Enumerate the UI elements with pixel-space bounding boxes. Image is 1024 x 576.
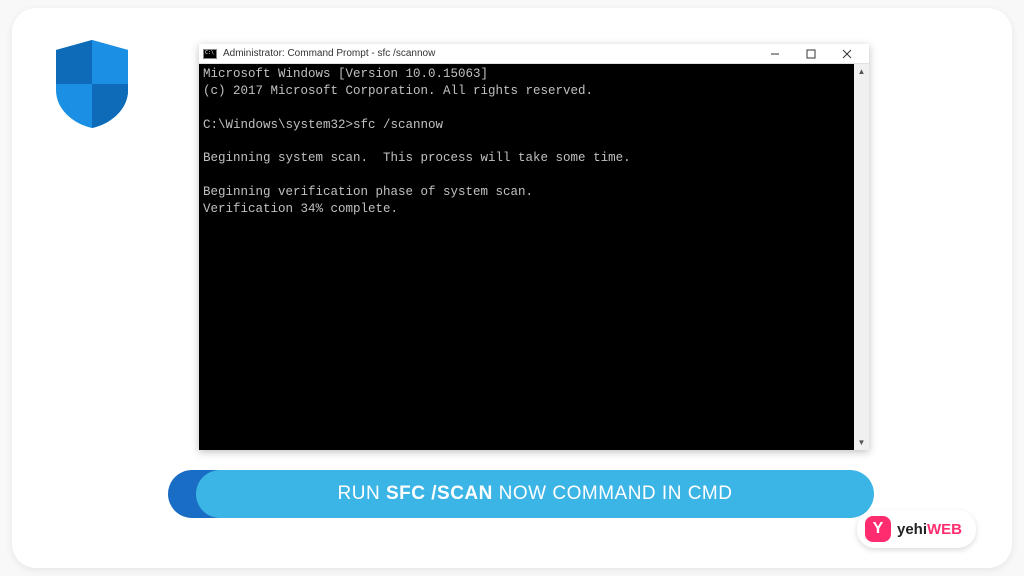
window-title: Administrator: Command Prompt - sfc /sca… (223, 48, 757, 59)
shield-icon (48, 36, 136, 137)
terminal-area: Microsoft Windows [Version 10.0.15063] (… (199, 64, 869, 450)
close-button[interactable] (829, 44, 865, 64)
terminal-output[interactable]: Microsoft Windows [Version 10.0.15063] (… (199, 64, 854, 450)
card-background: Administrator: Command Prompt - sfc /sca… (12, 8, 1012, 568)
banner-text: RUN SFC /SCAN NOW COMMAND IN CMD (338, 483, 733, 505)
terminal-line: Beginning verification phase of system s… (203, 185, 533, 199)
banner-pill: RUN SFC /SCAN NOW COMMAND IN CMD (196, 470, 874, 518)
terminal-line: Verification 34% complete. (203, 202, 398, 216)
brand-logo: Y yehiWEB (857, 510, 976, 548)
caption-banner: RUN SFC /SCAN NOW COMMAND IN CMD (168, 470, 874, 518)
window-controls (757, 44, 865, 64)
scroll-down-icon[interactable]: ▼ (854, 435, 869, 450)
vertical-scrollbar[interactable]: ▲ ▼ (854, 64, 869, 450)
window-titlebar[interactable]: Administrator: Command Prompt - sfc /sca… (199, 44, 869, 64)
minimize-button[interactable] (757, 44, 793, 64)
terminal-prompt: C:\Windows\system32> (203, 118, 353, 132)
logo-text: yehiWEB (897, 521, 962, 538)
command-prompt-window: Administrator: Command Prompt - sfc /sca… (199, 44, 869, 450)
scroll-up-icon[interactable]: ▲ (854, 64, 869, 79)
terminal-line: (c) 2017 Microsoft Corporation. All righ… (203, 84, 593, 98)
logo-badge-icon: Y (865, 516, 891, 542)
terminal-command: sfc /scannow (353, 118, 443, 132)
cmd-icon (203, 49, 217, 59)
terminal-line: Microsoft Windows [Version 10.0.15063] (203, 67, 488, 81)
maximize-button[interactable] (793, 44, 829, 64)
terminal-line: Beginning system scan. This process will… (203, 151, 631, 165)
